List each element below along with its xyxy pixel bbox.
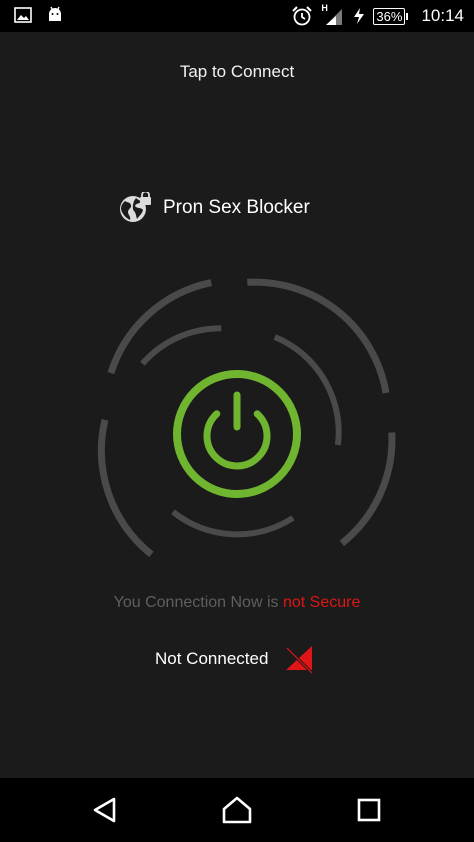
status-bar: H 36% 10:14 bbox=[0, 0, 474, 32]
globe-lock-icon bbox=[120, 192, 151, 222]
android-icon bbox=[49, 6, 61, 21]
power-icon[interactable] bbox=[203, 391, 271, 470]
recents-icon[interactable] bbox=[353, 794, 385, 826]
app-title: Pron Sex Blocker bbox=[163, 197, 310, 218]
app-screen: Tap to Connect Pron Sex Blocker You Conn… bbox=[0, 32, 474, 778]
inner-ring bbox=[140, 325, 342, 538]
notification-icons bbox=[14, 6, 64, 24]
charging-icon bbox=[354, 8, 365, 24]
back-icon[interactable] bbox=[89, 794, 121, 826]
security-status-message: You Connection Now is not Secure bbox=[0, 594, 474, 612]
outer-ring bbox=[97, 278, 396, 558]
no-signal-icon bbox=[286, 646, 314, 674]
connection-status: Not Connected bbox=[155, 644, 316, 674]
navigation-bar bbox=[0, 778, 474, 842]
battery-icon: 36% bbox=[373, 7, 409, 25]
signal-group: H bbox=[321, 3, 345, 27]
status-prefix: You Connection Now is bbox=[113, 594, 279, 611]
image-icon bbox=[14, 7, 32, 23]
system-icons: H 36% 10:14 bbox=[291, 0, 464, 32]
connection-label: Not Connected bbox=[155, 649, 269, 668]
connect-dial[interactable] bbox=[76, 252, 400, 576]
home-icon[interactable] bbox=[221, 794, 253, 826]
signal-icon bbox=[326, 9, 343, 25]
alarm-icon bbox=[292, 6, 313, 26]
tap-to-connect-label[interactable]: Tap to Connect bbox=[0, 62, 474, 82]
status-value: not Secure bbox=[282, 594, 361, 611]
clock: 10:14 bbox=[421, 6, 464, 25]
app-brand: Pron Sex Blocker bbox=[119, 192, 310, 224]
